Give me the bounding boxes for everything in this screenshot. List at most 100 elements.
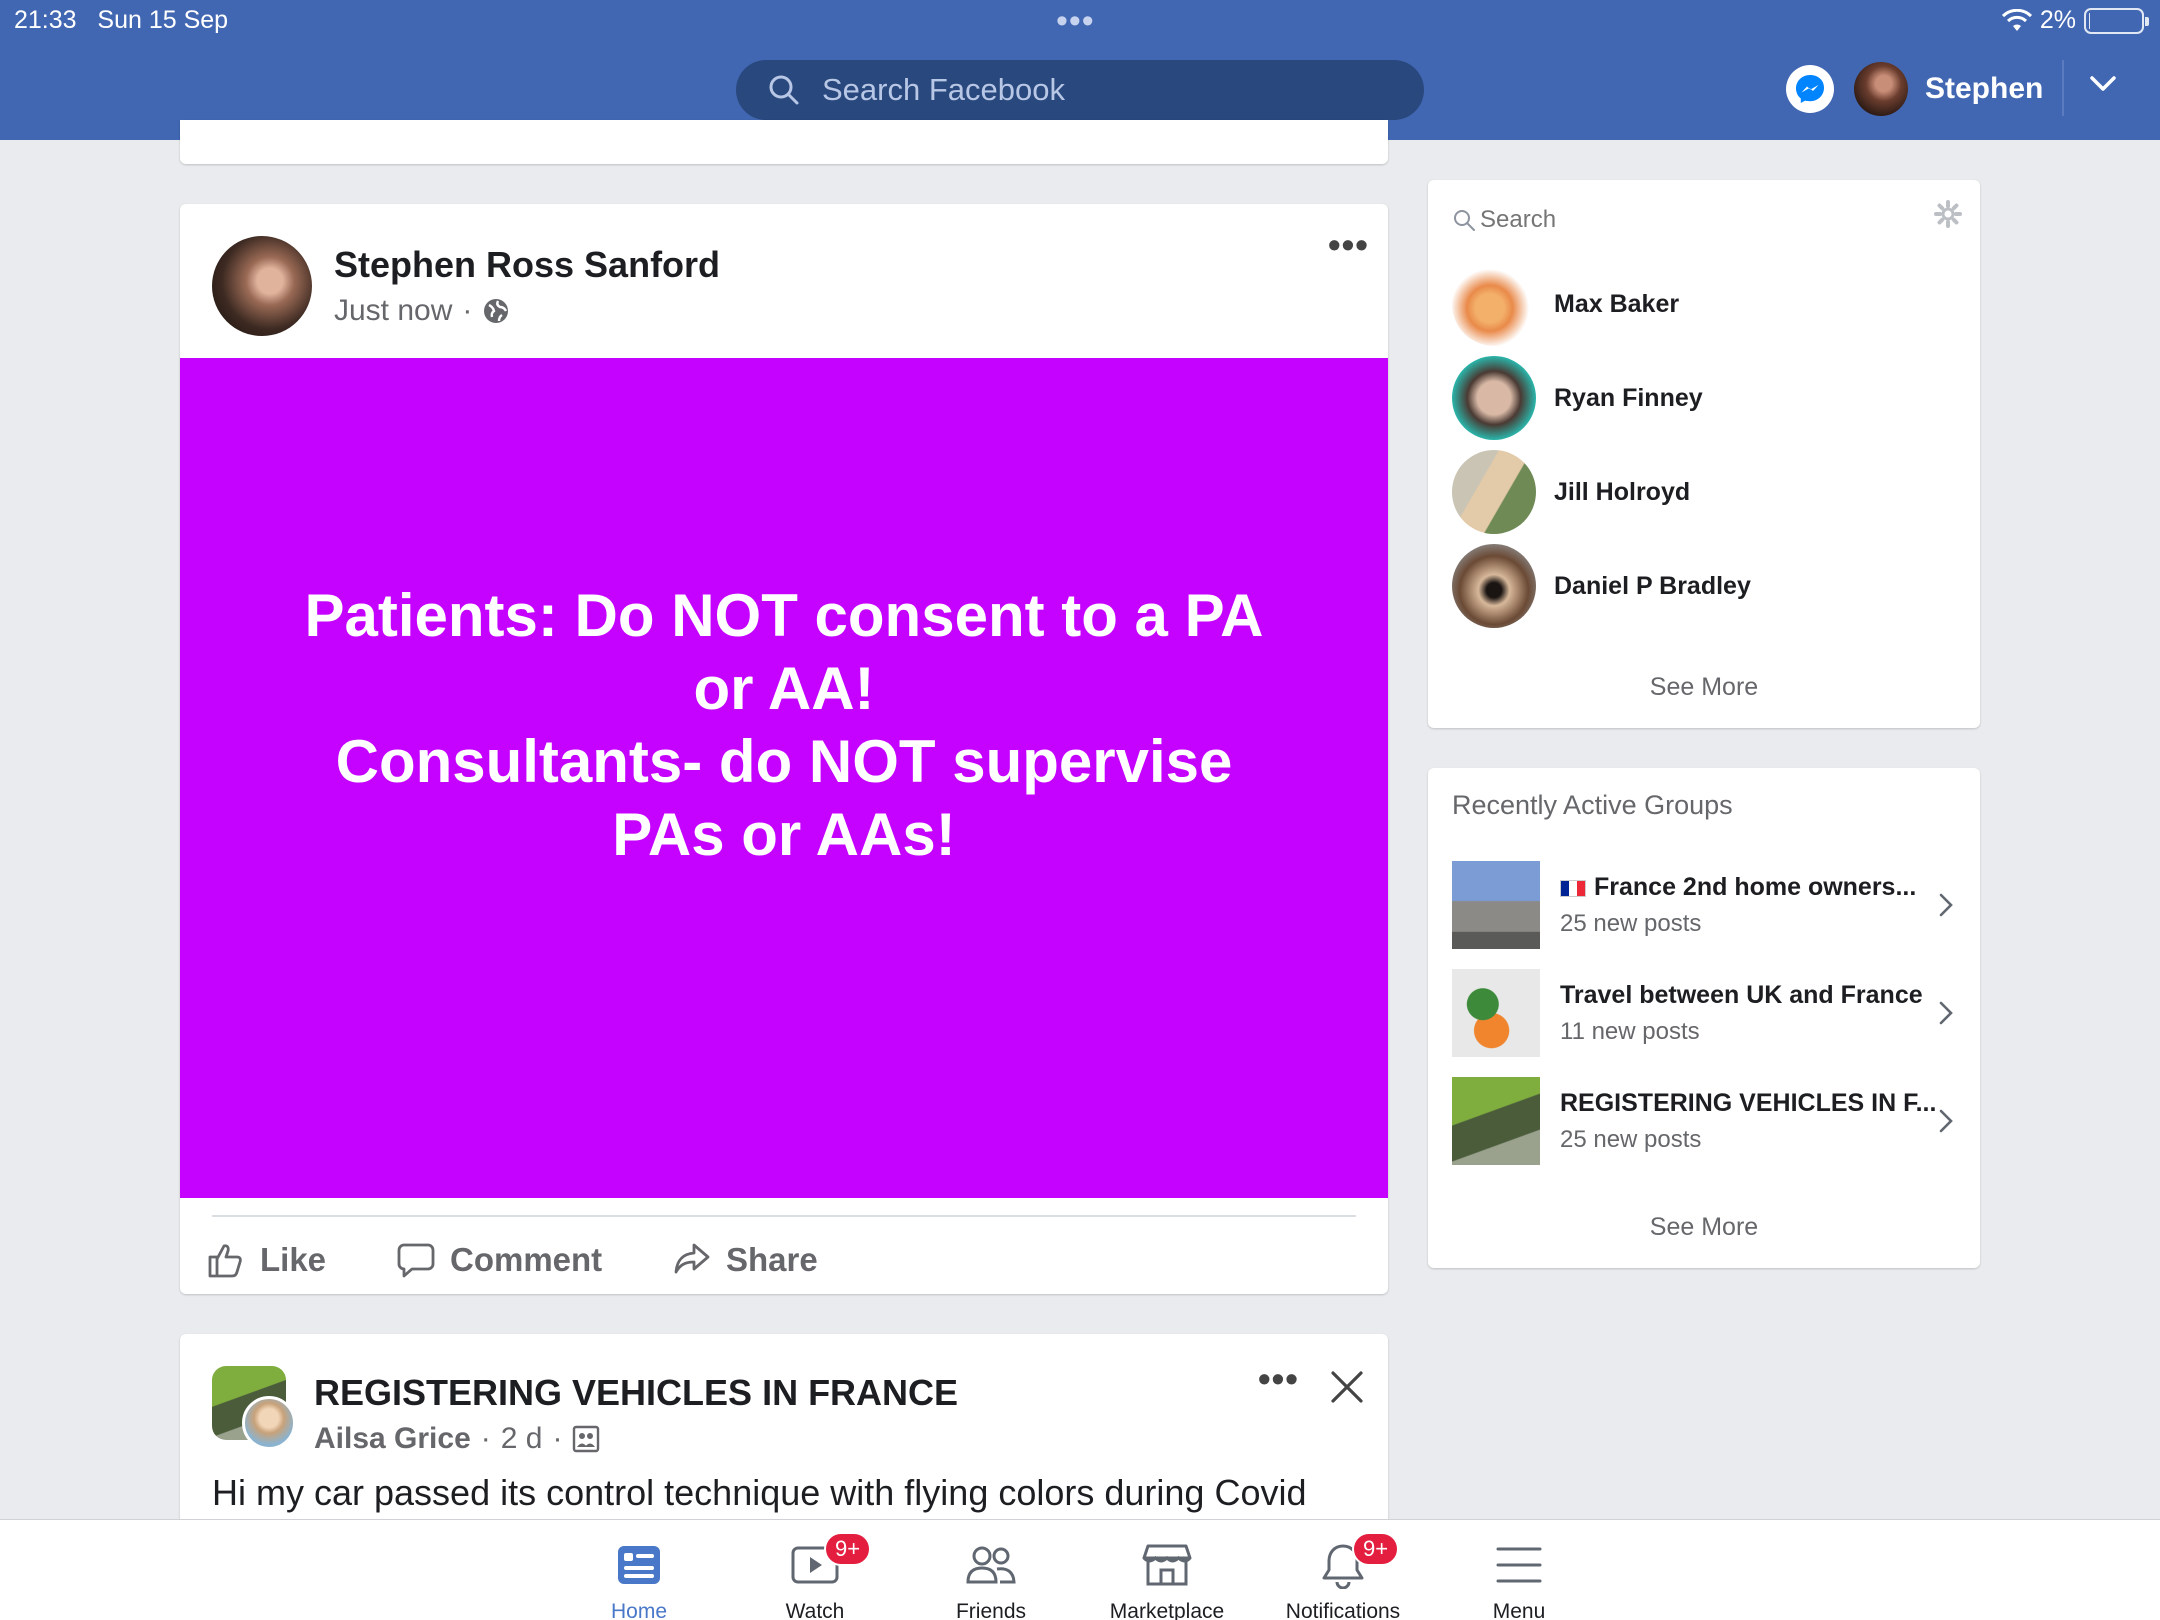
tab-menu[interactable]: Menu (1434, 1538, 1604, 1620)
comment-label: Comment (450, 1241, 603, 1278)
tab-friends[interactable]: Friends (906, 1538, 1076, 1620)
chevron-right-icon (1939, 1109, 1953, 1133)
tab-label: Marketplace (1109, 1600, 1225, 1620)
gear-icon[interactable] (1934, 200, 1962, 228)
contact-item[interactable]: Jill Holroyd (1452, 450, 1690, 534)
like-button[interactable]: Like (206, 1240, 326, 1280)
search-bar[interactable] (736, 60, 1424, 120)
france-flag-icon (1560, 879, 1586, 897)
member-avatar[interactable] (242, 1396, 296, 1450)
tab-notifications[interactable]: 9+ Notifications (1258, 1532, 1428, 1620)
post-text: Patients: Do NOT consent to a PA or AA! … (304, 582, 1264, 868)
group-post-count: 25 new posts (1560, 1125, 1702, 1153)
tab-marketplace[interactable]: Marketplace (1082, 1538, 1252, 1620)
profile-avatar[interactable] (1854, 62, 1908, 116)
contact-name: Daniel P Bradley (1554, 571, 1751, 600)
post-group-name[interactable]: REGISTERING VEHICLES IN FRANCE (314, 1372, 958, 1414)
share-icon (674, 1243, 710, 1274)
comment-icon (397, 1243, 435, 1278)
contacts-panel: Max Baker Ryan Finney Jill Holroyd Danie… (1428, 180, 1980, 728)
contact-avatar (1452, 544, 1536, 628)
previous-post-card (180, 120, 1388, 164)
contact-item[interactable]: Ryan Finney (1452, 356, 1703, 440)
group-name: REGISTERING VEHICLES IN F... (1560, 1088, 1937, 1117)
status-time: 21:33 Sun 15 Sep (14, 6, 229, 34)
top-navigation-bar: 21:33 Sun 15 Sep ••• 2% Stephen (0, 0, 2160, 140)
tab-label: Menu (1492, 1600, 1546, 1620)
contact-avatar (1452, 356, 1536, 440)
post-author-name[interactable]: Stephen Ross Sanford (334, 244, 720, 286)
group-item[interactable]: REGISTERING VEHICLES IN F... 25 new post… (1452, 1076, 1960, 1166)
status-date: Sun 15 Sep (97, 6, 229, 34)
battery-icon (2084, 7, 2149, 34)
group-item[interactable]: France 2nd home owners... 25 new posts (1452, 860, 1960, 950)
chevron-right-icon (1939, 1001, 1953, 1025)
group-thumbnail (1452, 1077, 1540, 1165)
tab-label: Home (610, 1600, 668, 1620)
watch-badge: 9+ (824, 1532, 872, 1566)
contact-name: Max Baker (1554, 289, 1680, 318)
tab-watch[interactable]: 9+ Watch (730, 1532, 900, 1620)
bottom-tab-bar: Home 9+ Watch Friends Marketplace 9+ Not… (0, 1519, 2160, 1620)
recent-groups-title: Recently Active Groups (1452, 790, 1733, 820)
group-name: Travel between UK and France (1560, 980, 1923, 1009)
search-icon (1454, 210, 1475, 231)
hamburger-menu-icon (1496, 1547, 1542, 1583)
search-input[interactable] (822, 72, 1382, 108)
meta-separator: · (552, 1422, 563, 1455)
wifi-icon (2001, 8, 2032, 31)
profile-name[interactable]: Stephen (1925, 72, 2043, 106)
group-post-count: 11 new posts (1560, 1017, 1700, 1045)
groups-see-more[interactable]: See More (1428, 1213, 1980, 1242)
comment-button[interactable]: Comment (396, 1240, 602, 1280)
battery-level (2089, 12, 2090, 29)
post-meta: Just now · (334, 294, 510, 328)
tab-label: Notifications (1285, 1600, 1401, 1620)
close-icon[interactable] (1330, 1370, 1364, 1404)
status-indicators: 2% (2001, 6, 2149, 35)
contacts-see-more[interactable]: See More (1428, 673, 1980, 702)
contact-item[interactable]: Max Baker (1452, 262, 1679, 346)
like-label: Like (260, 1241, 327, 1278)
battery-percent: 2% (2039, 6, 2076, 34)
post-card: Stephen Ross Sanford Just now · ••• Pati… (180, 204, 1388, 1294)
marketplace-icon (1142, 1544, 1192, 1586)
share-label: Share (726, 1241, 818, 1278)
post-time-2[interactable]: 2 d (501, 1422, 543, 1456)
contact-avatar (1452, 450, 1536, 534)
author-avatar[interactable] (212, 236, 312, 336)
multitasking-dots-icon[interactable]: ••• (1056, 2, 1095, 41)
group-name: France 2nd home owners... (1560, 873, 1938, 902)
recent-groups-panel: Recently Active Groups France 2nd home o… (1428, 768, 1980, 1268)
group-item[interactable]: Travel between UK and France 11 new post… (1452, 968, 1960, 1058)
chevron-down-icon[interactable] (2088, 72, 2118, 96)
contacts-search[interactable] (1452, 200, 1956, 240)
tab-home[interactable]: Home (554, 1538, 724, 1620)
post-author-2[interactable]: Ailsa Grice (314, 1422, 471, 1456)
post-body-text: Hi my car passed its control technique w… (212, 1472, 1307, 1513)
share-button[interactable]: Share (672, 1240, 818, 1280)
contact-item[interactable]: Daniel P Bradley (1452, 544, 1751, 628)
group-members-icon (573, 1425, 600, 1453)
meta-separator: · (462, 294, 473, 327)
notifications-badge: 9+ (1352, 1532, 1400, 1566)
search-icon (769, 75, 799, 105)
post-meta-2: Ailsa Grice · 2 d · (314, 1422, 600, 1456)
action-divider (212, 1215, 1356, 1217)
post-time[interactable]: Just now (334, 294, 452, 328)
tab-label: Friends (955, 1600, 1027, 1620)
friends-icon (966, 1546, 1016, 1584)
group-thumbnail (1452, 969, 1540, 1057)
post-options-icon[interactable]: ••• (1258, 1358, 1299, 1400)
group-post-count: 25 new posts (1560, 909, 1702, 937)
group-thumbnail (1452, 861, 1540, 949)
contacts-search-input[interactable] (1480, 206, 1920, 234)
header-divider (2062, 60, 2064, 116)
messenger-icon[interactable] (1786, 65, 1834, 113)
contact-name: Jill Holroyd (1554, 477, 1691, 506)
post-options-icon[interactable]: ••• (1328, 224, 1369, 266)
contact-name: Ryan Finney (1554, 383, 1703, 412)
chevron-right-icon (1939, 893, 1953, 917)
globe-icon (484, 299, 509, 323)
contact-avatar (1452, 262, 1536, 346)
